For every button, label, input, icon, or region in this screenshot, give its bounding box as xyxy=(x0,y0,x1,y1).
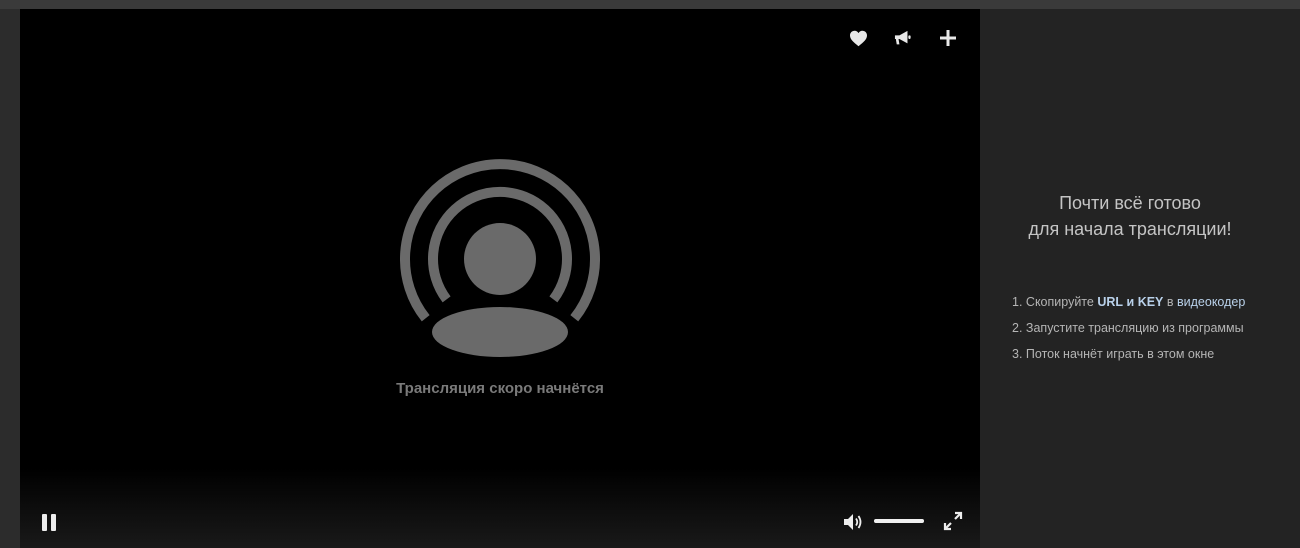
like-button[interactable] xyxy=(844,26,872,50)
fullscreen-button[interactable] xyxy=(943,511,963,531)
volume-slider[interactable] xyxy=(874,519,924,523)
instructions-list: 1. Скопируйте URL и KEY в видеокодер 2. … xyxy=(1012,293,1245,371)
broadcast-avatar-icon xyxy=(400,159,600,357)
step-text: Поток начнёт играть в этом окне xyxy=(1025,347,1215,361)
and-label: и xyxy=(1126,295,1135,309)
add-button[interactable] xyxy=(934,26,962,50)
player-top-actions xyxy=(844,26,962,50)
player-controls xyxy=(20,504,980,548)
plus-icon xyxy=(940,30,956,46)
speaker-icon xyxy=(844,514,862,530)
mute-button[interactable] xyxy=(843,512,865,532)
volume-slider-fill xyxy=(874,519,924,523)
instruction-step-2: 2. Запустите трансляцию из программы xyxy=(1012,319,1245,345)
panel-title-line: Почти всё готово xyxy=(1059,193,1201,213)
heart-icon xyxy=(849,30,867,46)
fullscreen-icon xyxy=(943,511,963,531)
key-label: KEY xyxy=(1137,295,1164,309)
instructions-panel: Почти всё готово для начала трансляции! … xyxy=(980,9,1300,548)
stream-status-text: Трансляция скоро начнётся xyxy=(396,380,604,397)
video-player[interactable]: Трансляция скоро начнётся xyxy=(20,9,980,548)
pause-icon-bar xyxy=(51,514,56,531)
instruction-step-3: 3. Поток начнёт играть в этом окне xyxy=(1012,345,1245,371)
instruction-step-1: 1. Скопируйте URL и KEY в видеокодер xyxy=(1012,293,1245,319)
top-bar xyxy=(0,0,1300,9)
encoder-link[interactable]: видеокодер xyxy=(1177,295,1245,309)
step-text: Скопируйте xyxy=(1025,295,1094,309)
share-button[interactable] xyxy=(889,26,917,50)
left-gutter xyxy=(0,9,20,548)
step-text: Запустите трансляцию из программы xyxy=(1025,321,1244,335)
panel-title: Почти всё готово для начала трансляции! xyxy=(980,190,1280,242)
panel-title-line: для начала трансляции! xyxy=(1028,219,1232,239)
step-number: 2. xyxy=(1012,321,1023,335)
step-number: 3. xyxy=(1012,347,1023,361)
url-label: URL xyxy=(1097,295,1124,309)
megaphone-icon xyxy=(894,30,911,44)
step-text: в xyxy=(1166,295,1174,309)
pause-button[interactable] xyxy=(40,511,60,533)
pause-icon-bar xyxy=(42,514,47,531)
step-number: 1. xyxy=(1012,295,1023,309)
